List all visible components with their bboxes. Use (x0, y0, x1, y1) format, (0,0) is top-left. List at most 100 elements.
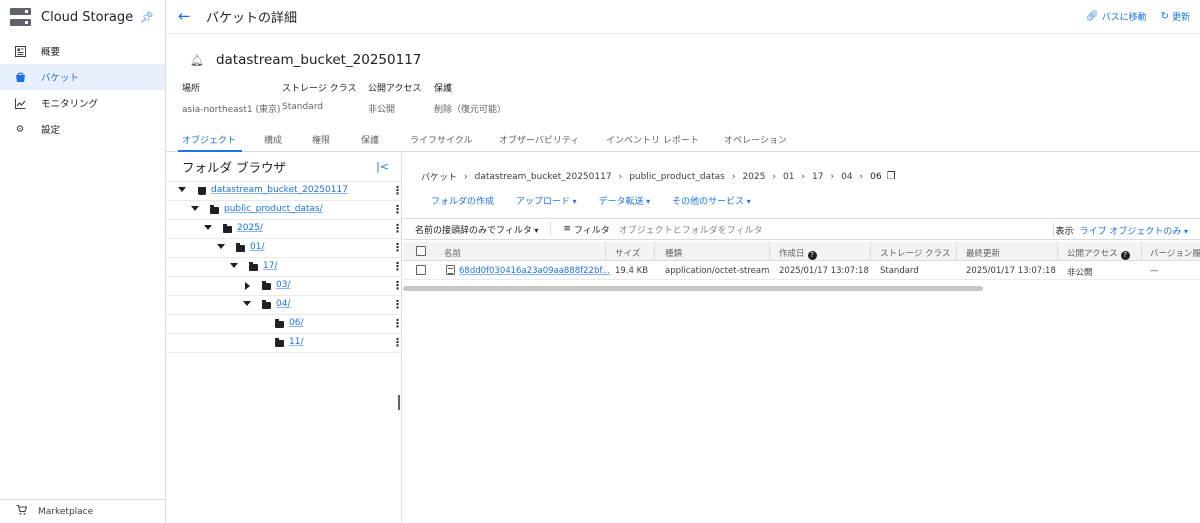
tree-label[interactable]: 01/ (250, 242, 264, 252)
more-vert-icon[interactable]: ⋮ (392, 222, 403, 235)
refresh-button[interactable]: ↻ 更新 (1161, 10, 1190, 23)
tab-protection[interactable]: 保護 (361, 133, 379, 146)
create-folder-button[interactable]: フォルダの作成 (431, 194, 494, 207)
collapsed-caret-icon[interactable] (245, 282, 250, 290)
column-header-version-history[interactable]: バージョン履歴 (1150, 247, 1200, 259)
column-header-storage-class[interactable]: ストレージ クラス (880, 247, 950, 259)
breadcrumb-item[interactable]: バケット (421, 170, 457, 183)
column-divider[interactable] (956, 242, 957, 261)
tab-observability[interactable]: オブザーバビリティ (499, 133, 579, 146)
breadcrumb-item[interactable]: 2025 (742, 172, 765, 182)
tree-row[interactable]: public_product_datas/ ⋮ (166, 201, 403, 220)
go-to-path-button[interactable]: 🔗︎ パスに移動 (1086, 10, 1147, 23)
sidebar-item-marketplace[interactable]: Marketplace (0, 499, 165, 523)
breadcrumb-item[interactable]: 17 (812, 172, 823, 182)
copy-icon[interactable]: ❐ (887, 171, 896, 182)
tree-row[interactable]: datastream_bucket_20250117 ⋮ (166, 182, 403, 201)
filter-mode-dropdown[interactable]: 名前の接頭辞のみでフィルタ (415, 223, 538, 236)
panel-resize-handle[interactable] (398, 395, 400, 410)
column-divider[interactable] (769, 242, 770, 261)
more-vert-icon[interactable]: ⋮ (392, 241, 403, 254)
upload-button[interactable]: アップロード (516, 194, 577, 207)
tab-permissions[interactable]: 権限 (312, 133, 330, 146)
tree-row[interactable]: 04/ ⋮ (166, 296, 403, 315)
help-icon[interactable]: ? (1120, 251, 1130, 260)
help-icon[interactable]: ? (807, 251, 817, 260)
horizontal-scrollbar[interactable] (403, 286, 983, 291)
select-all-checkbox[interactable] (416, 246, 426, 256)
tree-row[interactable]: 06/ ⋮ (166, 315, 403, 334)
tree-label[interactable]: 2025/ (237, 223, 263, 233)
column-divider[interactable] (1141, 242, 1142, 261)
tree-row[interactable]: 11/ ⋮ (166, 334, 403, 353)
tree-label[interactable]: 04/ (276, 299, 290, 309)
breadcrumb-item[interactable]: public_product_datas (629, 172, 725, 182)
more-vert-icon[interactable]: ⋮ (392, 279, 403, 292)
expand-caret-icon[interactable] (217, 244, 225, 249)
tree-label[interactable]: 17/ (263, 261, 277, 271)
back-arrow-icon[interactable]: ← (178, 9, 192, 24)
column-header-updated[interactable]: 最終更新 (966, 247, 1000, 259)
more-vert-icon[interactable]: ⋮ (392, 298, 403, 311)
tree-label[interactable]: 03/ (276, 280, 290, 290)
object-name-link[interactable]: 68dd0f030416a23a09aa888f22bf... (459, 266, 610, 276)
tree-row[interactable]: 17/ ⋮ (166, 258, 403, 277)
more-vert-icon[interactable]: ⋮ (392, 317, 403, 330)
tree-label[interactable]: public_product_datas/ (224, 204, 323, 214)
more-vert-icon[interactable]: ⋮ (392, 336, 403, 349)
column-divider[interactable] (605, 242, 606, 261)
tree-label[interactable]: 11/ (289, 337, 303, 347)
sidebar-item-overview[interactable]: 概要 (0, 38, 165, 64)
column-divider[interactable] (654, 242, 655, 261)
object-storage-class: Standard (880, 266, 919, 276)
more-vert-icon[interactable]: ⋮ (392, 203, 403, 216)
chevron-right-icon: › (801, 171, 806, 182)
tab-configuration[interactable]: 構成 (264, 133, 282, 146)
chevron-right-icon: › (772, 171, 776, 182)
tab-operations[interactable]: オペレーション (724, 133, 787, 146)
table-header: 名前 サイズ 種類 作成日? ストレージ クラス 最終更新 公開アクセス? バー… (403, 242, 1200, 261)
collapse-panel-icon[interactable]: |< (376, 160, 389, 173)
tab-inventory-reports[interactable]: インベントリ レポート (606, 133, 699, 146)
tree-label[interactable]: datastream_bucket_20250117 (211, 185, 348, 195)
breadcrumb-item[interactable]: datastream_bucket_20250117 (475, 172, 612, 182)
chevron-right-icon: › (830, 171, 835, 182)
column-divider[interactable] (1057, 242, 1058, 261)
tree-row[interactable]: 03/ ⋮ (166, 277, 403, 296)
column-divider[interactable] (870, 242, 871, 261)
tree-label[interactable]: 06/ (289, 318, 303, 328)
pin-outline-icon[interactable]: 🔔︎ (190, 54, 204, 67)
breadcrumb-item[interactable]: 04 (841, 172, 852, 182)
column-header-name[interactable]: 名前 (444, 247, 461, 259)
file-icon (446, 265, 455, 275)
sidebar-item-buckets[interactable]: バケット (0, 64, 165, 90)
sidebar-item-monitoring[interactable]: モニタリング (0, 90, 165, 116)
column-header-size[interactable]: サイズ (615, 247, 640, 259)
folder-icon (275, 319, 284, 328)
tab-objects[interactable]: オブジェクト (182, 133, 236, 146)
more-vert-icon[interactable]: ⋮ (392, 184, 403, 197)
pin-icon[interactable]: 📌︎ (140, 11, 154, 24)
tab-bar: オブジェクト 構成 権限 保護 ライフサイクル オブザーバビリティ インベントリ… (166, 130, 1200, 152)
column-header-type[interactable]: 種類 (665, 247, 682, 259)
breadcrumb-item[interactable]: 01 (783, 172, 794, 182)
dashboard-icon (14, 45, 26, 57)
expand-caret-icon[interactable] (191, 206, 199, 211)
tree-row[interactable]: 01/ ⋮ (166, 239, 403, 258)
view-dropdown[interactable]: ライブ オブジェクトのみ (1080, 227, 1188, 237)
filter-input[interactable]: オブジェクトとフォルダをフィルタ (619, 223, 763, 236)
table-row[interactable]: 68dd0f030416a23a09aa888f22bf... 19.4 KB … (403, 261, 1200, 280)
tree-row[interactable]: 2025/ ⋮ (166, 220, 403, 239)
column-header-public-access[interactable]: 公開アクセス? (1067, 247, 1130, 260)
expand-caret-icon[interactable] (230, 263, 238, 268)
expand-caret-icon[interactable] (204, 225, 212, 230)
data-transfer-button[interactable]: データ転送 (599, 194, 651, 207)
row-checkbox[interactable] (416, 265, 426, 275)
other-services-button[interactable]: その他のサービス (672, 194, 751, 207)
tab-lifecycle[interactable]: ライフサイクル (410, 133, 473, 146)
expand-caret-icon[interactable] (178, 187, 186, 192)
more-vert-icon[interactable]: ⋮ (392, 260, 403, 273)
sidebar-item-settings[interactable]: ⚙︎ 設定 (0, 116, 165, 142)
expand-caret-icon[interactable] (243, 301, 251, 306)
column-header-created[interactable]: 作成日? (779, 247, 817, 260)
